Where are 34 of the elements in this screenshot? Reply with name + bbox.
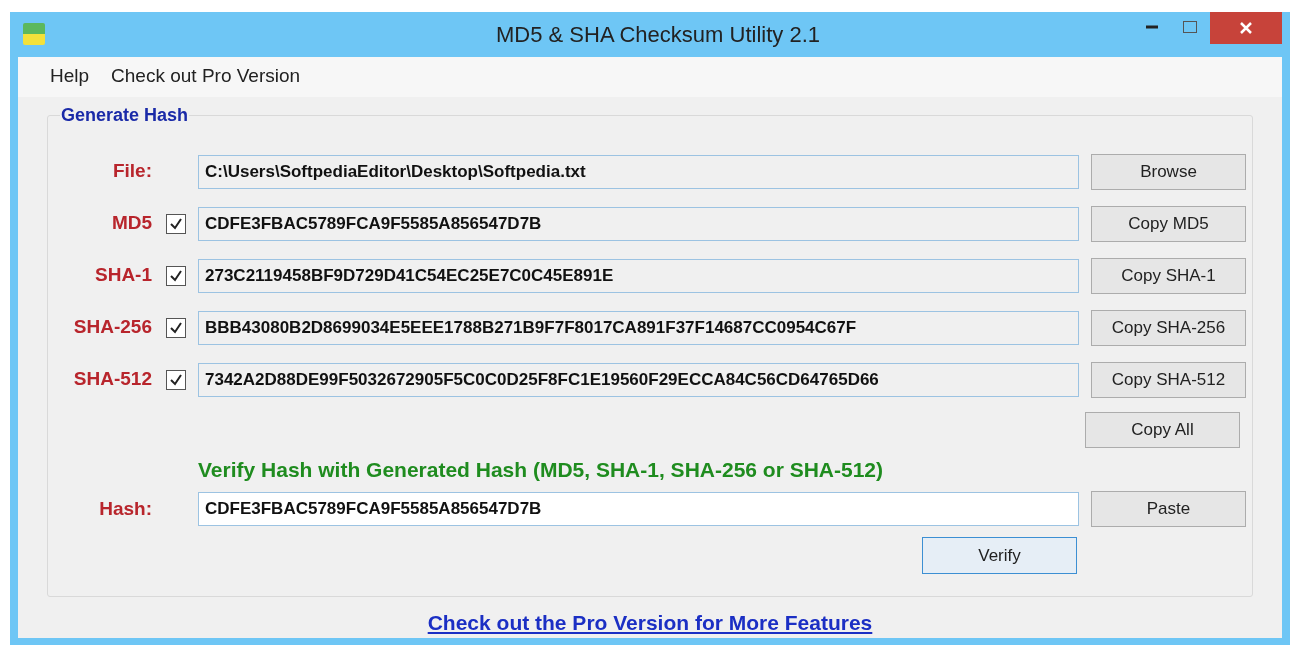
- field-label: Hash:: [98, 496, 152, 521]
- field-label: SHA-512: [72, 367, 152, 392]
- text-field[interactable]: 273C2119458BF9D729D41C54EC25E7C0C45E891E: [198, 258, 1079, 293]
- button[interactable]: Paste: [1091, 491, 1246, 527]
- checkbox[interactable]: [166, 317, 186, 338]
- text-field[interactable]: CDFE3FBAC5789FCA9F5585A856547D7B: [198, 206, 1079, 241]
- text-field[interactable]: 7342A2D88DE99F5032672905F5C0C0D25F8FC1E19560F29ECCA84C56CD64765D66: [198, 362, 1079, 397]
- text-field[interactable]: C:\Users\SoftpediaEditor\Desktop\Softpedia.txt: [198, 154, 1079, 189]
- field-label: SHA-256: [72, 315, 152, 340]
- field-label: File:: [111, 159, 152, 184]
- button[interactable]: Copy SHA-1: [1091, 257, 1246, 294]
- section-heading: Verify Hash with Generated Hash (MD5, SHA-1, SHA-256 or SHA-512): [198, 456, 884, 483]
- button[interactable]: Browse: [1091, 153, 1246, 190]
- maximize-icon: [1183, 21, 1197, 33]
- close-icon: [1240, 22, 1252, 34]
- button[interactable]: Copy SHA-256: [1091, 309, 1246, 346]
- minimize-icon: [1146, 25, 1158, 29]
- menu-item[interactable]: Help: [50, 62, 90, 91]
- button[interactable]: Copy MD5: [1091, 205, 1246, 242]
- checkbox[interactable]: [166, 213, 186, 234]
- close-button[interactable]: [1210, 12, 1282, 44]
- pro-version-link[interactable]: Check out the Pro Version for More Features: [427, 606, 873, 638]
- field-label: MD5: [110, 211, 152, 236]
- button[interactable]: Copy SHA-512: [1091, 361, 1246, 398]
- field-label: SHA-1: [94, 263, 152, 288]
- app-logo-icon: [23, 23, 45, 46]
- verify-button[interactable]: Verify: [922, 537, 1077, 574]
- button[interactable]: Copy All: [1085, 411, 1240, 448]
- checkbox[interactable]: [166, 369, 186, 390]
- menu-item[interactable]: Check out Pro Version: [111, 62, 301, 91]
- text-field[interactable]: CDFE3FBAC5789FCA9F5585A856547D7B: [198, 492, 1079, 526]
- text-field[interactable]: BBB43080B2D8699034E5EEE1788B271B9F7F8017CA891F37F14687CC0954C67F: [198, 310, 1079, 345]
- checkbox[interactable]: [166, 265, 186, 286]
- window-title: MD5 & SHA Checksum Utility 2.1: [495, 20, 821, 49]
